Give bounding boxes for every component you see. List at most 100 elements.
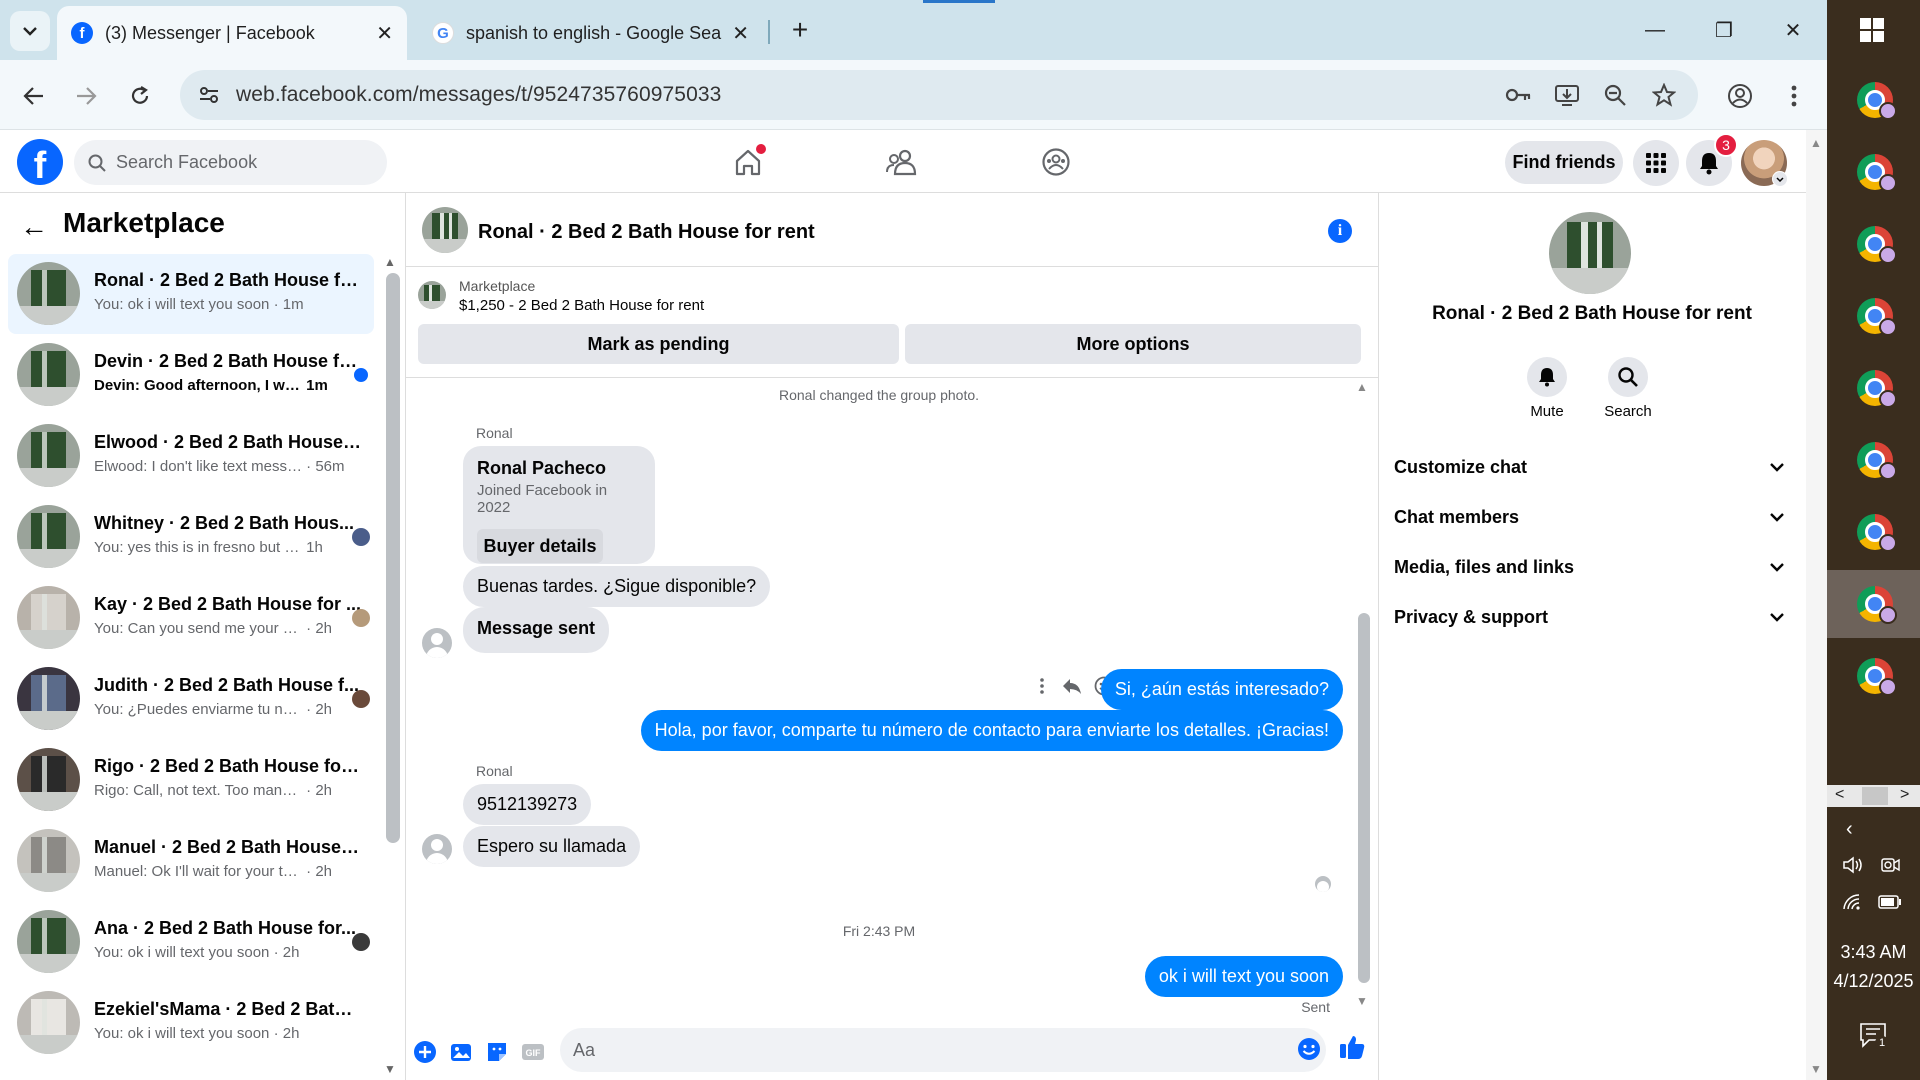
new-tab-button[interactable]: + [780,10,820,50]
facebook-search[interactable] [74,140,387,185]
nav-home[interactable] [728,142,768,182]
chrome-taskbar-icon[interactable] [1857,658,1897,696]
taskbar-scroll-thumb[interactable] [1862,787,1888,805]
menu-button[interactable] [1633,140,1679,186]
tab-close-icon[interactable]: ✕ [376,21,393,46]
incoming-message[interactable]: 9512139273 [463,784,592,825]
zoom-icon[interactable] [1600,80,1630,110]
page-scroll-down-arrow[interactable]: ▼ [1810,1062,1822,1076]
search-in-chat-button[interactable] [1608,357,1648,397]
tab-messenger[interactable]: f (3) Messenger | Facebook ✕ [57,6,407,60]
volume-icon[interactable] [1842,856,1864,879]
conversation-item[interactable]: Whitney · 2 Bed 2 Bath Hous... You: yes t… [8,497,374,577]
details-section[interactable]: Customize chat [1394,447,1788,487]
outgoing-message[interactable]: Hola, por favor, comparte tu número de c… [640,710,1343,751]
back-button[interactable] [14,76,54,116]
conversation-item[interactable]: Devin · 2 Bed 2 Bath House fo... Devin: G… [8,335,374,415]
account-chevron-icon[interactable] [1772,171,1788,187]
scroll-up-arrow[interactable]: ▲ [384,255,396,269]
install-app-icon[interactable] [1552,80,1582,110]
chrome-taskbar-icon[interactable] [1857,514,1897,552]
message-input[interactable] [573,1039,1253,1061]
back-arrow-icon[interactable]: ← [20,211,48,243]
info-icon[interactable]: i [1328,219,1352,243]
site-info-icon[interactable] [196,82,222,108]
conversation-item[interactable]: Judith · 2 Bed 2 Bath House f... You: ¿Pu… [8,659,374,739]
details-section[interactable]: Privacy & support [1394,597,1788,637]
conversation-item[interactable]: Manuel · 2 Bed 2 Bath House fo... Manuel:… [8,821,374,901]
chrome-taskbar-icon[interactable] [1857,586,1897,624]
chrome-taskbar-icon[interactable] [1857,82,1897,120]
scroll-down-arrow[interactable]: ▼ [384,1062,396,1076]
nav-friends[interactable] [881,142,921,182]
details-section[interactable]: Chat members [1394,497,1788,537]
scroll-left-icon[interactable]: < [1835,786,1844,804]
address-bar[interactable]: web.facebook.com/messages/t/952473576097… [180,70,1698,120]
conversation-list-scrollbar[interactable] [386,273,400,843]
nav-groups[interactable] [1036,142,1076,182]
show-hidden-icons-icon[interactable]: ‹ [1846,818,1853,841]
tab-search-button[interactable] [10,11,50,51]
chat-title[interactable]: Ronal · 2 Bed 2 Bath House for rent [478,221,815,244]
sticker-button[interactable] [483,1038,511,1066]
scroll-down-arrow[interactable]: ▼ [1356,994,1368,1008]
gif-button[interactable]: GIF [519,1038,547,1066]
like-button[interactable] [1338,1033,1368,1063]
bookmark-star-icon[interactable] [1649,80,1679,110]
conversation-item[interactable]: Ezekiel'sMama · 2 Bed 2 Bath H... You: ok… [8,983,374,1063]
browser-menu-icon[interactable] [1779,81,1809,111]
minimize-button[interactable]: — [1632,10,1678,50]
outgoing-message[interactable]: Si, ¿aún estás interesado? [1100,669,1343,710]
emoji-button[interactable] [1297,1037,1323,1063]
chrome-taskbar-icon[interactable] [1857,298,1897,336]
profile-icon[interactable] [1725,81,1755,111]
page-scroll-up-arrow[interactable]: ▲ [1810,136,1822,150]
more-actions-icon[interactable] [1032,676,1052,696]
conversation-item[interactable]: Rigo · 2 Bed 2 Bath House for r... Rigo: … [8,740,374,820]
restore-button[interactable]: ❐ [1701,10,1747,50]
listing-price[interactable]: $1,250 - 2 Bed 2 Bath House for rent [459,297,704,314]
chat-avatar[interactable] [422,207,468,253]
notification-center-icon[interactable]: 1 [1859,1022,1889,1050]
conversation-item[interactable]: Kay · 2 Bed 2 Bath House for ... You: Can… [8,578,374,658]
attach-photo-button[interactable] [447,1038,475,1066]
conversation-item[interactable]: Elwood · 2 Bed 2 Bath House fo... Elwood:… [8,416,374,496]
find-friends-button[interactable]: Find friends [1505,141,1623,184]
details-section[interactable]: Media, files and links [1394,547,1788,587]
chrome-taskbar-icon[interactable] [1857,370,1897,408]
scroll-right-icon[interactable]: > [1900,786,1909,804]
mark-as-pending-button[interactable]: Mark as pending [418,324,899,364]
mute-button[interactable] [1527,357,1567,397]
message-composer[interactable] [560,1028,1326,1072]
more-actions-button[interactable] [411,1038,439,1066]
page-scrollbar[interactable] [1806,130,1827,1080]
incoming-message[interactable]: Buenas tardes. ¿Sigue disponible? [463,566,771,607]
conversation-item[interactable]: Ana · 2 Bed 2 Bath House for... You: ok i… [8,902,374,982]
password-key-icon[interactable] [1503,80,1533,110]
chrome-taskbar-icon[interactable] [1857,154,1897,192]
battery-icon[interactable] [1878,895,1902,914]
buyer-details-button[interactable]: Buyer details [477,529,603,563]
camera-icon[interactable] [1880,855,1900,880]
chrome-taskbar-icon[interactable] [1857,226,1897,264]
incoming-message[interactable]: Espero su llamada [463,826,641,867]
incoming-message[interactable]: Message sent [463,607,610,653]
forward-button[interactable] [66,76,106,116]
windows-start-icon[interactable] [1860,18,1884,42]
conversation-item[interactable]: Ronal · 2 Bed 2 Bath House for ... You: o… [8,254,374,334]
reload-button[interactable] [120,76,160,116]
more-options-button[interactable]: More options [905,324,1361,364]
tab-close-icon[interactable]: ✕ [732,21,749,46]
search-input[interactable] [116,152,366,173]
outgoing-message[interactable]: ok i will text you soon [1144,956,1343,997]
facebook-logo[interactable]: f [17,139,63,185]
taskbar-date[interactable]: 4/12/2025 [1827,971,1920,992]
reply-icon[interactable] [1061,676,1083,696]
window-close-button[interactable]: ✕ [1770,10,1816,50]
chrome-taskbar-icon[interactable] [1857,442,1897,480]
scroll-up-arrow[interactable]: ▲ [1356,380,1368,394]
tab-google-search[interactable]: G spanish to english - Google Sea ✕ [418,6,763,60]
taskbar-clock[interactable]: 3:43 AM [1827,942,1920,963]
chat-scrollbar[interactable] [1358,613,1370,983]
wifi-icon[interactable] [1842,893,1864,916]
